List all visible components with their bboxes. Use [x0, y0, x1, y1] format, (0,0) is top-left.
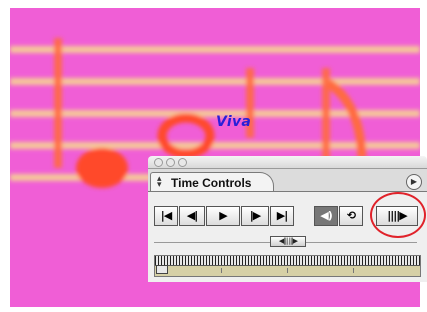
play-button[interactable]: ▶: [206, 206, 240, 226]
up-down-arrows-icon: ▴ ▾: [157, 174, 162, 190]
timeline-slider[interactable]: [154, 255, 421, 277]
timeline-marker: [221, 268, 222, 273]
palette-titlebar[interactable]: [148, 156, 427, 169]
go-to-start-button[interactable]: |◀: [154, 206, 178, 226]
step-forward-button[interactable]: |▶: [241, 206, 269, 226]
loop-button[interactable]: ⟲: [339, 206, 363, 226]
close-window-button[interactable]: [154, 158, 163, 167]
tab-label: Time Controls: [171, 176, 252, 190]
audio-toggle-button[interactable]: ◀): [314, 206, 338, 226]
zoom-window-button[interactable]: [178, 158, 187, 167]
shuttle-control[interactable]: ◀||| |||▶: [270, 236, 306, 247]
timeline-ruler: [155, 256, 420, 266]
timeline-marker: [353, 268, 354, 273]
minimize-window-button[interactable]: [166, 158, 175, 167]
tab-time-controls[interactable]: ▴ ▾ Time Controls: [150, 172, 274, 192]
playhead-handle[interactable]: [156, 265, 168, 274]
go-to-end-button[interactable]: ▶|: [270, 206, 294, 226]
timeline-marker: [287, 268, 288, 273]
viva-label: Viva: [216, 114, 252, 130]
palette-tab-row: ▴ ▾ Time Controls ▶: [148, 169, 427, 192]
highlight-circle: [370, 192, 426, 238]
palette-menu-icon[interactable]: ▶: [406, 174, 422, 190]
step-back-button[interactable]: ◀|: [179, 206, 205, 226]
